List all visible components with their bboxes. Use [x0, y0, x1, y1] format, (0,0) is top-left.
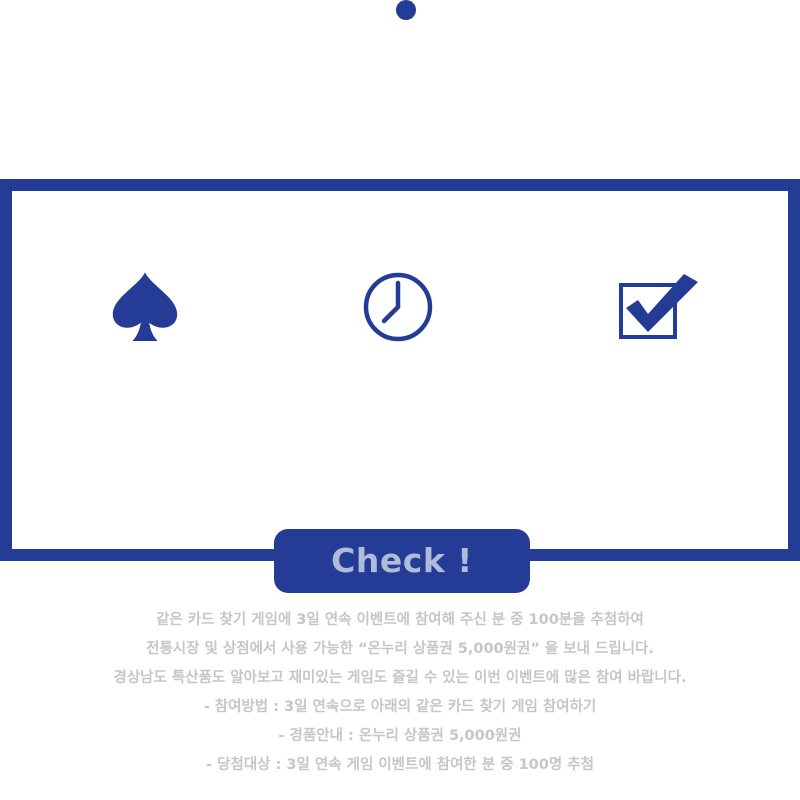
description-line: 경상남도 특산품도 알아보고 재미있는 게임도 즐길 수 있는 이번 이벤트에 …	[113, 670, 687, 686]
description-line: 전통시장 및 상점에서 사용 가능한 “온누리 상품권 5,000원권” 을 보…	[146, 641, 654, 657]
description-line: - 당첨대상 : 3일 연속 게임 이벤트에 참여한 분 중 100명 추첨	[206, 757, 594, 773]
description-line: - 경품안내 : 온누리 상품권 5,000원권	[278, 728, 522, 744]
event-description: 같은 카드 찾기 게임에 3일 연속 이벤트에 참여해 주신 분 중 100분을…	[0, 606, 800, 780]
event-card-frame	[0, 179, 800, 561]
checkbox-checked-icon	[619, 274, 698, 339]
clock-icon	[363, 272, 433, 342]
check-button[interactable]: Check !	[274, 529, 530, 593]
description-line: - 참여방법 : 3일 연속으로 아래의 같은 카드 찾기 게임 참여하기	[203, 699, 597, 715]
spade-icon	[112, 272, 178, 341]
description-line: 같은 카드 찾기 게임에 3일 연속 이벤트에 참여해 주신 분 중 100분을…	[156, 612, 644, 628]
top-dot-decoration	[396, 0, 416, 20]
